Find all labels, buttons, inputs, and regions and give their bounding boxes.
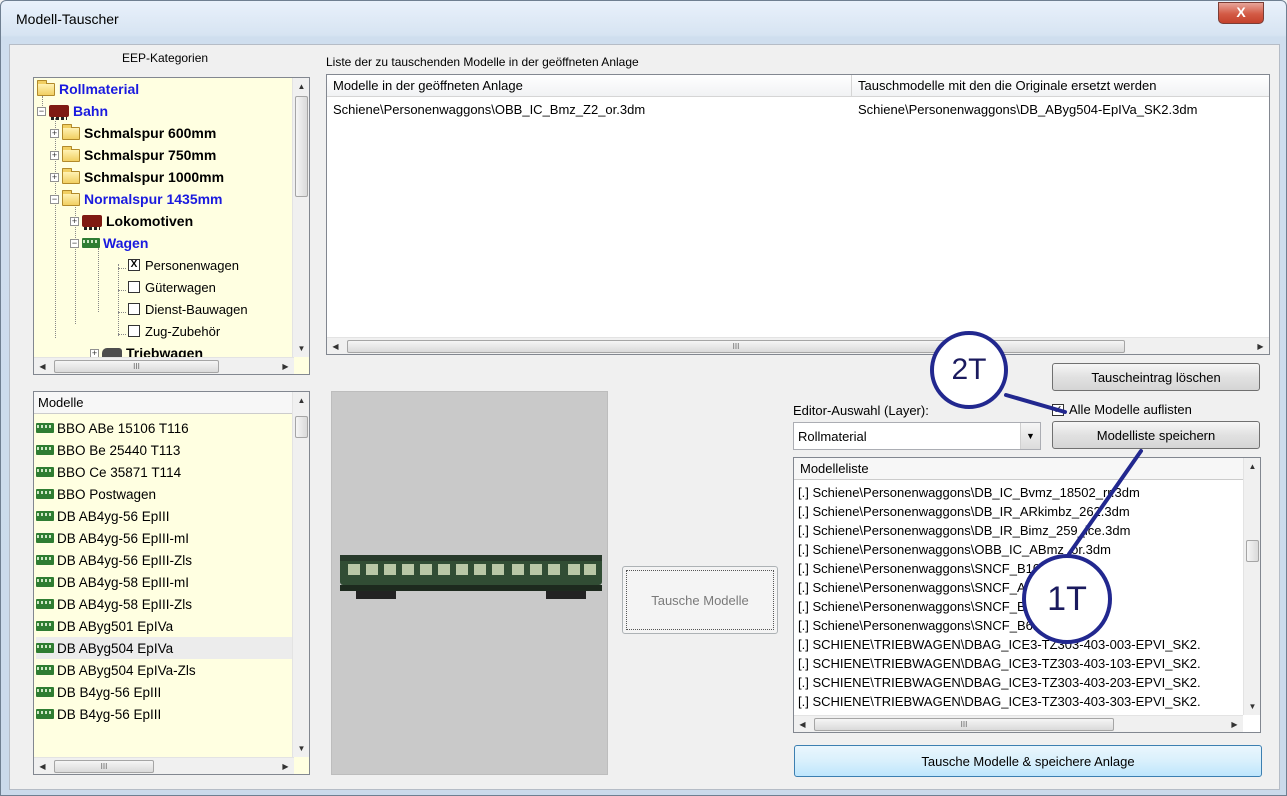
dialog-client-area: EEP-Kategorien Rollmaterial − Bahn + Sch… xyxy=(9,44,1280,790)
window-title: Modell-Tauscher xyxy=(16,11,119,27)
annotation-lines xyxy=(1004,393,1143,556)
close-button[interactable]: X xyxy=(1218,2,1264,24)
annotation-badge-1t: 1T xyxy=(1022,554,1112,644)
annotation-badge-2t: 2T xyxy=(930,331,1008,409)
title-bar[interactable]: Modell-Tauscher X xyxy=(1,1,1286,37)
modell-tauscher-window: Modell-Tauscher X EEP-Kategorien Rollmat… xyxy=(0,0,1287,796)
